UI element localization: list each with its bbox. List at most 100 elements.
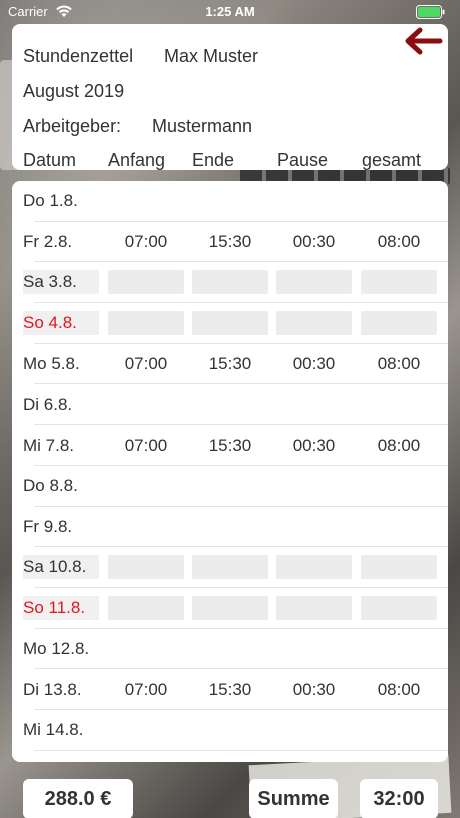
weekend-start-time-placeholder: [108, 555, 184, 580]
arrow-left-icon: [405, 27, 443, 55]
weekend-start-time-placeholder: [108, 270, 184, 295]
row-pause-time[interactable]: [276, 629, 352, 670]
row-pause-time[interactable]: [276, 710, 352, 751]
row-date: Mi 14.8.: [23, 720, 84, 740]
column-header-start: Anfang: [108, 150, 166, 170]
row-total-time[interactable]: [361, 466, 437, 507]
row-start-time[interactable]: 07:00: [108, 344, 184, 385]
row-pause-time[interactable]: 00:30: [276, 344, 352, 385]
row-end-time[interactable]: 15:30: [192, 425, 268, 466]
timesheet-table[interactable]: Do 1.8. Fr 2.8. 07:00 15:30 00:30 08:00 Sa 3.8…: [12, 181, 448, 762]
row-end-time[interactable]: [192, 507, 268, 548]
row-pause-time[interactable]: [276, 181, 352, 222]
table-row[interactable]: Do 1.8.: [12, 181, 448, 222]
row-start-time[interactable]: [108, 629, 184, 670]
month-label: August 2019: [23, 81, 125, 101]
row-end-time[interactable]: [192, 710, 268, 751]
weekend-pause-time-placeholder: [276, 596, 352, 620]
employer-name: Mustermann: [152, 116, 253, 136]
table-row[interactable]: Mo 12.8.: [12, 629, 448, 670]
status-bar: Carrier 1:25 AM: [0, 0, 460, 24]
row-start-time[interactable]: [108, 385, 184, 426]
table-row[interactable]: Mi 14.8.: [12, 710, 448, 751]
weekend-total-time-placeholder: [361, 270, 437, 295]
row-start-time[interactable]: [108, 181, 184, 222]
weekend-end-time-placeholder: [192, 555, 268, 580]
row-date: Fr 9.8.: [23, 516, 73, 536]
row-end-time[interactable]: [192, 385, 268, 426]
table-row[interactable]: So 11.8.: [12, 588, 448, 629]
battery-icon: [416, 5, 445, 19]
back-button[interactable]: [402, 26, 444, 56]
row-end-time[interactable]: [192, 629, 268, 670]
row-start-time[interactable]: [108, 710, 184, 751]
table-row[interactable]: Fr 2.8. 07:00 15:30 00:30 08:00: [12, 222, 448, 263]
row-date: So 11.8.: [23, 596, 99, 620]
table-row[interactable]: Fr 9.8.: [12, 507, 448, 548]
table-row[interactable]: Mi 7.8. 07:00 15:30 00:30 08:00: [12, 425, 448, 466]
table-row[interactable]: Mo 5.8. 07:00 15:30 00:30 08:00: [12, 344, 448, 385]
row-pause-time[interactable]: 00:30: [276, 425, 352, 466]
column-header-date: Datum: [23, 150, 77, 170]
weekend-pause-time-placeholder: [276, 270, 352, 295]
row-pause-time[interactable]: [276, 507, 352, 548]
row-pause-time[interactable]: [276, 466, 352, 507]
weekend-pause-time-placeholder: [276, 555, 352, 580]
row-end-time[interactable]: 15:30: [192, 344, 268, 385]
sum-total-display: 32:00: [360, 779, 438, 818]
row-total-time[interactable]: 08:00: [361, 222, 437, 263]
row-start-time[interactable]: 07:00: [108, 222, 184, 263]
column-header-pause: Pause: [277, 150, 329, 170]
row-start-time[interactable]: 07:00: [108, 669, 184, 710]
row-start-time[interactable]: 07:00: [108, 425, 184, 466]
row-date: Mo 12.8.: [23, 639, 90, 659]
weekend-total-time-placeholder: [361, 555, 437, 580]
table-row[interactable]: Di 13.8. 07:00 15:30 00:30 08:00: [12, 669, 448, 711]
row-date: Mo 5.8.: [23, 354, 80, 374]
column-header-total: gesamt: [362, 150, 422, 170]
row-date: So 4.8.: [23, 311, 99, 336]
row-end-time[interactable]: 15:30: [192, 222, 268, 263]
row-total-time[interactable]: 08:00: [361, 425, 437, 466]
row-date: Di 6.8.: [23, 394, 73, 414]
amount-display: 288.0 €: [23, 779, 133, 818]
table-row[interactable]: Sa 10.8.: [12, 547, 448, 588]
row-total-time[interactable]: [361, 710, 437, 751]
row-start-time[interactable]: [108, 466, 184, 507]
row-total-time[interactable]: 08:00: [361, 344, 437, 385]
row-date: Mi 7.8.: [23, 435, 75, 455]
row-pause-time[interactable]: 00:30: [276, 669, 352, 710]
row-end-time[interactable]: 15:30: [192, 669, 268, 710]
weekend-total-time-placeholder: [361, 311, 437, 336]
row-separator: [34, 749, 448, 751]
row-end-time[interactable]: [192, 181, 268, 222]
weekend-end-time-placeholder: [192, 311, 268, 336]
row-total-time[interactable]: [361, 385, 437, 426]
sum-button[interactable]: Summe: [249, 779, 338, 818]
row-total-time[interactable]: [361, 181, 437, 222]
table-row[interactable]: Do 8.8.: [12, 466, 448, 507]
row-date: Do 1.8.: [23, 191, 78, 211]
weekend-start-time-placeholder: [108, 311, 184, 336]
weekend-pause-time-placeholder: [276, 311, 352, 336]
sheet-title: Stundenzettel: [23, 46, 134, 66]
row-pause-time[interactable]: [276, 385, 352, 426]
row-total-time[interactable]: [361, 629, 437, 670]
row-total-time[interactable]: [361, 507, 437, 548]
header-card: Stundenzettel Max Muster August 2019 Arb…: [12, 24, 448, 170]
weekend-total-time-placeholder: [361, 596, 437, 620]
row-date: Sa 3.8.: [23, 270, 99, 295]
table-row[interactable]: Di 6.8.: [12, 385, 448, 426]
weekend-end-time-placeholder: [192, 270, 268, 295]
employer-label: Arbeitgeber:: [23, 116, 122, 136]
row-pause-time[interactable]: 00:30: [276, 222, 352, 263]
clock: 1:25 AM: [205, 4, 255, 19]
weekend-start-time-placeholder: [108, 596, 184, 620]
table-row[interactable]: So 4.8.: [12, 303, 448, 344]
row-date: Fr 2.8.: [23, 232, 73, 252]
row-total-time[interactable]: 08:00: [361, 669, 437, 710]
row-end-time[interactable]: [192, 466, 268, 507]
weekend-end-time-placeholder: [192, 596, 268, 620]
table-row[interactable]: Sa 3.8.: [12, 262, 448, 304]
row-start-time[interactable]: [108, 507, 184, 548]
